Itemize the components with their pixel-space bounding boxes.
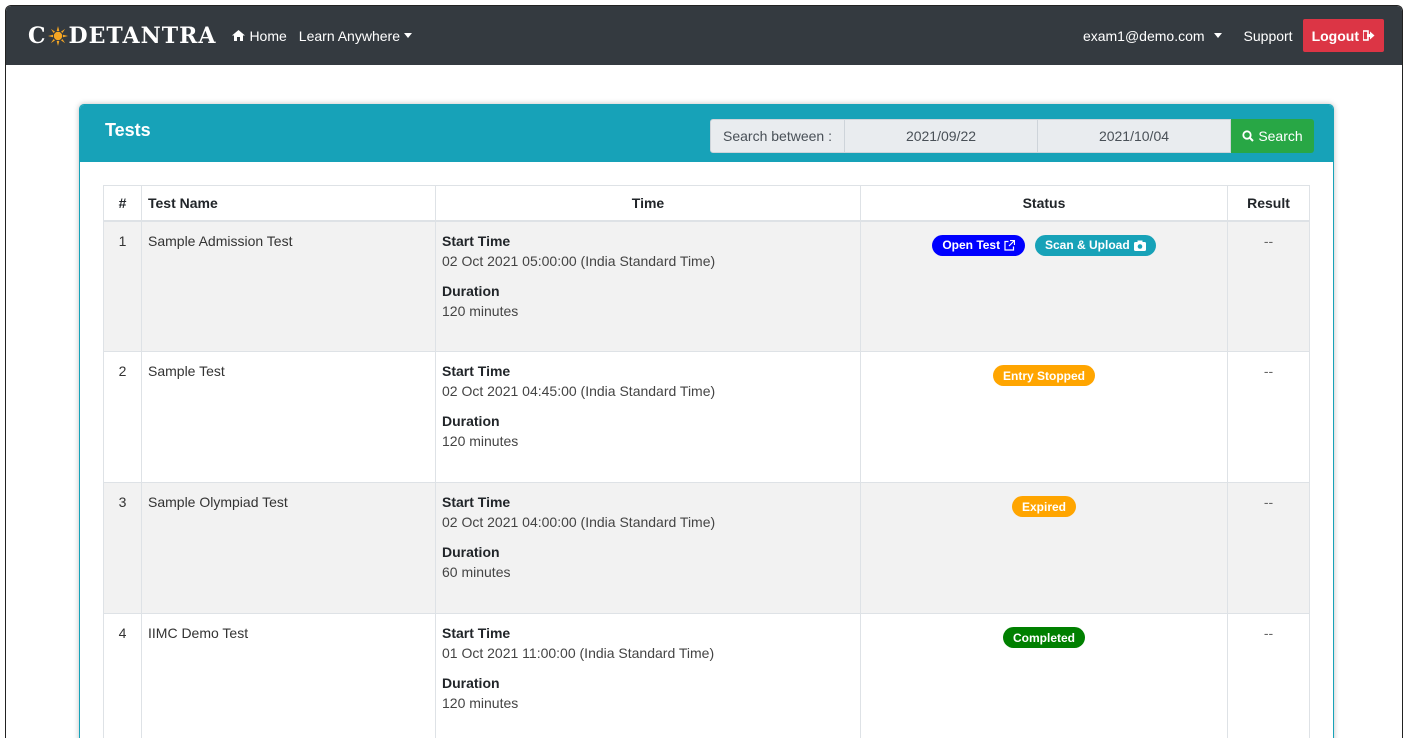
- duration-value: 120 minutes: [442, 433, 519, 449]
- sign-out-icon: [1363, 30, 1375, 41]
- table-row: 2 Sample Test Start Time 02 Oct 2021 04:…: [103, 351, 1310, 483]
- table-row: 3 Sample Olympiad Test Start Time 02 Oct…: [103, 482, 1310, 614]
- logout-label: Logout: [1311, 27, 1359, 44]
- status-badge: Completed: [1002, 627, 1085, 648]
- start-time-label: Start Time: [442, 363, 511, 379]
- page-title: Tests: [105, 120, 151, 140]
- duration-label: Duration: [442, 413, 500, 429]
- brand-name: DETANTRA: [68, 22, 217, 49]
- user-menu-dropdown[interactable]: exam1@demo.com: [1083, 28, 1222, 44]
- test-status: Expired: [860, 482, 1228, 614]
- test-result: --: [1227, 351, 1310, 483]
- status-badge: Entry Stopped: [992, 365, 1095, 386]
- status-badge: Expired: [1011, 496, 1076, 517]
- top-navbar: C DETANTRA Home Learn Anywhere exam1@dem…: [6, 6, 1402, 65]
- test-time: Start Time 01 Oct 2021 11:00:00 (India S…: [435, 613, 861, 738]
- test-name: Sample Test: [141, 351, 436, 483]
- test-time: Start Time 02 Oct 2021 04:45:00 (India S…: [435, 351, 861, 483]
- table-row: 1 Sample Admission Test Start Time 02 Oc…: [103, 220, 1310, 352]
- nav-learn-label: Learn Anywhere: [298, 27, 400, 44]
- duration-value: 60 minutes: [442, 564, 511, 580]
- nav-home[interactable]: Home: [232, 27, 287, 44]
- table-row: 4 IIMC Demo Test Start Time 01 Oct 2021 …: [103, 613, 1310, 738]
- date-from-input[interactable]: 2021/09/22: [845, 119, 1038, 153]
- test-result: --: [1227, 220, 1310, 352]
- support-link[interactable]: Support: [1244, 28, 1293, 44]
- search-icon: [1242, 130, 1255, 142]
- row-number: 4: [103, 613, 142, 738]
- brand-letter-c: C: [28, 22, 47, 49]
- start-time-label: Start Time: [442, 494, 511, 510]
- search-button-label: Search: [1258, 128, 1303, 144]
- start-time-label: Start Time: [442, 625, 511, 641]
- open-test-button[interactable]: Open Test: [932, 234, 1026, 256]
- test-name: IIMC Demo Test: [141, 613, 436, 738]
- tests-card: Tests Search between : 2021/09/22 2021/1…: [79, 104, 1334, 738]
- home-icon: [232, 30, 246, 41]
- date-search-group: Search between : 2021/09/22 2021/10/04 S…: [710, 119, 1314, 153]
- brand-logo[interactable]: C DETANTRA: [28, 23, 216, 49]
- chevron-down-icon: [403, 33, 412, 38]
- sun-icon: [47, 25, 68, 46]
- user-email: exam1@demo.com: [1082, 27, 1205, 44]
- camera-icon: [1133, 240, 1146, 251]
- row-number: 2: [103, 351, 142, 483]
- test-name: Sample Olympiad Test: [141, 482, 436, 614]
- row-number: 1: [103, 220, 142, 352]
- duration-label: Duration: [442, 544, 500, 560]
- duration-label: Duration: [442, 675, 500, 691]
- test-status: Entry Stopped: [860, 351, 1228, 483]
- test-time: Start Time 02 Oct 2021 04:00:00 (India S…: [435, 482, 861, 614]
- start-time-label: Start Time: [442, 232, 511, 249]
- chevron-down-icon: [1213, 33, 1222, 38]
- duration-label: Duration: [442, 282, 500, 299]
- start-time-value: 02 Oct 2021 05:00:00 (India Standard Tim…: [442, 252, 716, 269]
- row-number: 3: [103, 482, 142, 614]
- test-result: --: [1227, 613, 1310, 738]
- tests-table: # Test Name Time Status Result 1 Sample …: [103, 185, 1310, 738]
- table-header-row: # Test Name Time Status Result: [103, 185, 1310, 222]
- open-test-label: Open Test: [942, 238, 1001, 252]
- test-name: Sample Admission Test: [141, 220, 436, 352]
- start-time-value: 02 Oct 2021 04:00:00 (India Standard Tim…: [442, 514, 716, 530]
- col-header-test-name: Test Name: [141, 185, 436, 222]
- browser-frame: C DETANTRA Home Learn Anywhere exam1@dem…: [5, 5, 1403, 738]
- scan-upload-button[interactable]: Scan & Upload: [1035, 234, 1156, 256]
- external-link-icon: [1004, 239, 1016, 251]
- col-header-num: #: [103, 185, 142, 222]
- start-time-value: 01 Oct 2021 11:00:00 (India Standard Tim…: [442, 645, 715, 661]
- test-time: Start Time 02 Oct 2021 05:00:00 (India S…: [435, 220, 861, 352]
- test-status: Open Test Scan & Upload: [860, 220, 1228, 352]
- search-button[interactable]: Search: [1231, 119, 1314, 153]
- scan-upload-label: Scan & Upload: [1045, 238, 1130, 252]
- nav-learn-anywhere-dropdown[interactable]: Learn Anywhere: [299, 28, 412, 44]
- test-result: --: [1227, 482, 1310, 614]
- duration-value: 120 minutes: [442, 695, 519, 711]
- col-header-time: Time: [435, 185, 861, 222]
- col-header-result: Result: [1227, 185, 1310, 222]
- nav-home-label: Home: [249, 27, 287, 44]
- test-status: Completed: [860, 613, 1228, 738]
- duration-value: 120 minutes: [442, 302, 519, 319]
- date-to-input[interactable]: 2021/10/04: [1038, 119, 1231, 153]
- col-header-status: Status: [860, 185, 1228, 222]
- start-time-value: 02 Oct 2021 04:45:00 (India Standard Tim…: [442, 383, 716, 399]
- logout-button[interactable]: Logout: [1302, 19, 1384, 52]
- card-header: Tests Search between : 2021/09/22 2021/1…: [80, 105, 1333, 162]
- search-between-label: Search between :: [710, 119, 845, 153]
